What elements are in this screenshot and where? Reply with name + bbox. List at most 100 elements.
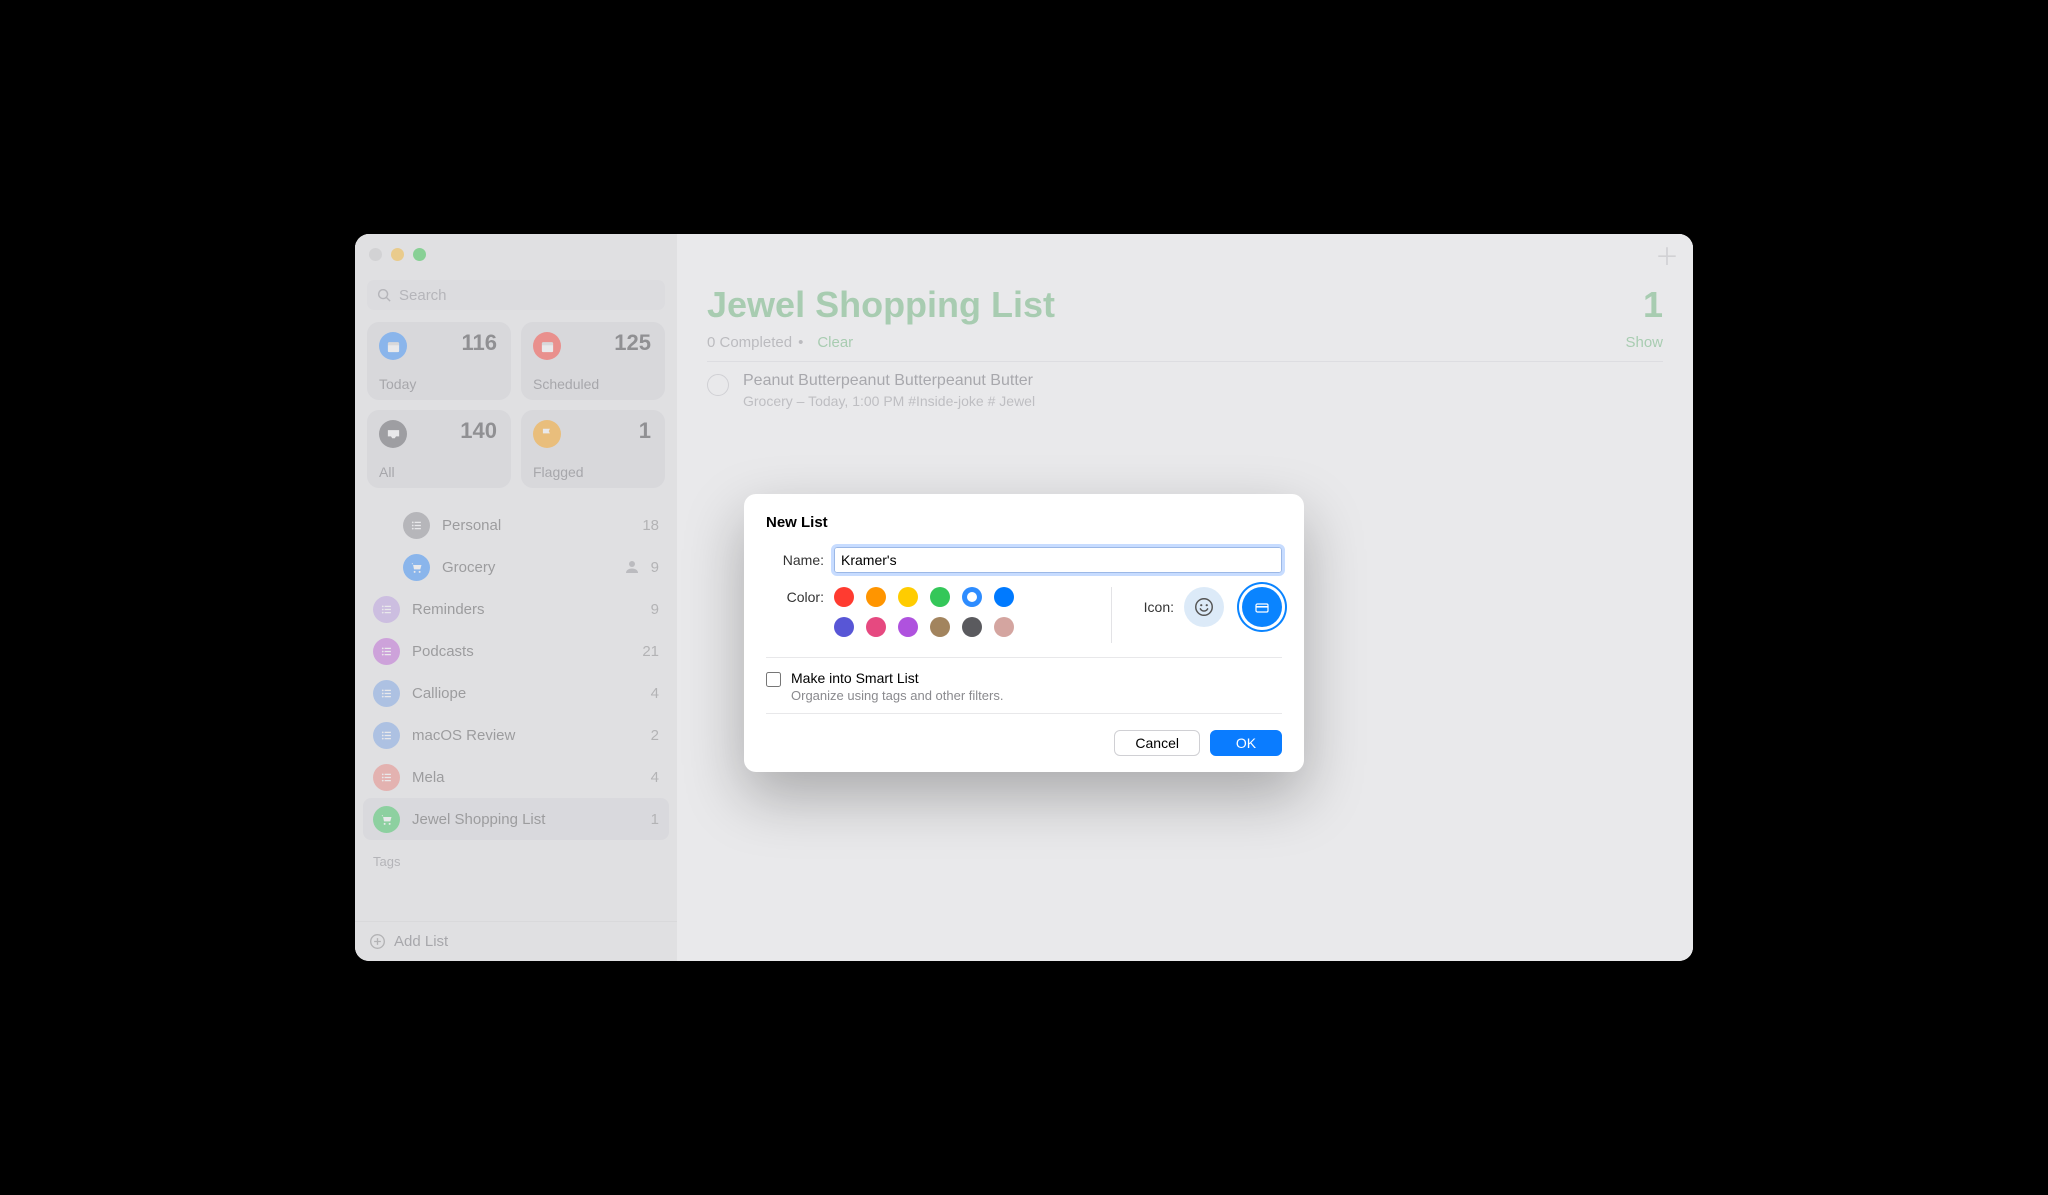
smart-list-desc: Organize using tags and other filters. (791, 688, 1003, 703)
card-label: All (379, 464, 395, 480)
list-count: 4 (651, 769, 659, 786)
tags-header: Tags (355, 840, 677, 875)
color-label: Color: (766, 587, 824, 605)
list-name: Grocery (442, 559, 623, 576)
close-window-button[interactable] (369, 248, 382, 261)
card-label: Flagged (533, 464, 584, 480)
color-swatch[interactable] (866, 587, 886, 607)
card-count: 1 (639, 418, 651, 444)
list-row-podcasts[interactable]: Podcasts 21 (363, 630, 669, 672)
list-name: Mela (412, 769, 651, 786)
plus-circle-icon (369, 933, 386, 950)
color-swatch[interactable] (962, 617, 982, 637)
summary-cards: 116 Today 125 Scheduled 140 All 1 Flagge… (355, 322, 677, 500)
smart-list-title: Make into Smart List (791, 670, 1003, 686)
zoom-window-button[interactable] (413, 248, 426, 261)
list-count: 9 (651, 601, 659, 618)
color-swatch[interactable] (834, 617, 854, 637)
selected-icon-button[interactable] (1242, 587, 1282, 627)
add-reminder-button[interactable]: ＋ (1655, 237, 1679, 272)
credit-card-icon (1254, 598, 1270, 618)
window-controls (355, 234, 677, 274)
list-row-grocery[interactable]: Grocery 9 (393, 546, 669, 588)
list-count: 4 (651, 685, 659, 702)
list-name-input[interactable] (834, 547, 1282, 573)
clear-completed-button[interactable]: Clear (817, 334, 853, 351)
list-count: 1 (1643, 284, 1663, 326)
list-name: Reminders (412, 601, 651, 618)
list-icon (373, 638, 400, 665)
color-swatch[interactable] (866, 617, 886, 637)
icon-label: Icon: (1132, 599, 1174, 615)
dialog-title: New List (766, 514, 1282, 531)
name-label: Name: (766, 552, 824, 568)
search-icon (377, 288, 392, 303)
search-placeholder: Search (399, 287, 447, 304)
color-swatch[interactable] (962, 587, 982, 607)
list-count: 2 (651, 727, 659, 744)
list-title: Jewel Shopping List (707, 284, 1643, 326)
list-name: Personal (442, 517, 642, 534)
list-count: 1 (651, 811, 659, 828)
card-today[interactable]: 116 Today (367, 322, 511, 400)
calendar-icon (379, 332, 407, 360)
list-icon (373, 596, 400, 623)
completed-count: 0 Completed (707, 334, 792, 351)
list-row-calliope[interactable]: Calliope 4 (363, 672, 669, 714)
card-label: Today (379, 376, 416, 392)
list-icon (373, 680, 400, 707)
color-swatch[interactable] (994, 617, 1014, 637)
shared-icon (623, 558, 641, 576)
list-row-macos-review[interactable]: macOS Review 2 (363, 714, 669, 756)
reminder-meta: Grocery – Today, 1:00 PM #Inside-joke # … (743, 393, 1035, 409)
calendar-icon (533, 332, 561, 360)
list-icon (403, 554, 430, 581)
color-swatch[interactable] (898, 617, 918, 637)
list-count: 21 (642, 643, 659, 660)
list-count: 18 (642, 517, 659, 534)
card-label: Scheduled (533, 376, 599, 392)
search-input[interactable]: Search (367, 280, 665, 310)
list-row-mela[interactable]: Mela 4 (363, 756, 669, 798)
list-name: Podcasts (412, 643, 642, 660)
list-count: 9 (651, 559, 659, 576)
color-swatch[interactable] (930, 587, 950, 607)
card-flagged[interactable]: 1 Flagged (521, 410, 665, 488)
smile-icon (1193, 596, 1215, 618)
sidebar: Search 116 Today 125 Scheduled 140 All 1… (355, 234, 677, 961)
color-swatch[interactable] (898, 587, 918, 607)
reminder-row[interactable]: Peanut Butterpeanut Butterpeanut Butter … (677, 362, 1693, 419)
cancel-button[interactable]: Cancel (1114, 730, 1200, 756)
color-picker (834, 587, 1091, 637)
list-icon (373, 722, 400, 749)
list-row-jewel-shopping-list[interactable]: Jewel Shopping List 1 (363, 798, 669, 840)
card-count: 125 (614, 330, 651, 356)
color-swatch[interactable] (930, 617, 950, 637)
app-window: Search 116 Today 125 Scheduled 140 All 1… (355, 234, 1693, 961)
smart-list-checkbox[interactable] (766, 672, 781, 687)
add-list-label: Add List (394, 933, 448, 950)
card-scheduled[interactable]: 125 Scheduled (521, 322, 665, 400)
list-row-personal[interactable]: Personal 18 (393, 504, 669, 546)
card-count: 116 (462, 330, 498, 356)
tray-icon (379, 420, 407, 448)
list-name: Jewel Shopping List (412, 811, 651, 828)
card-all[interactable]: 140 All (367, 410, 511, 488)
color-swatch[interactable] (834, 587, 854, 607)
complete-checkbox[interactable] (707, 374, 729, 396)
flag-icon (533, 420, 561, 448)
show-completed-button[interactable]: Show (1625, 334, 1663, 351)
new-list-dialog: New List Name: Color: Icon: (744, 494, 1304, 772)
add-list-button[interactable]: Add List (355, 921, 677, 961)
list-name: macOS Review (412, 727, 651, 744)
list-icon (403, 512, 430, 539)
emoji-picker-button[interactable] (1184, 587, 1224, 627)
list-icon (373, 806, 400, 833)
card-count: 140 (460, 418, 497, 444)
list-icon (373, 764, 400, 791)
ok-button[interactable]: OK (1210, 730, 1282, 756)
list-name: Calliope (412, 685, 651, 702)
list-row-reminders[interactable]: Reminders 9 (363, 588, 669, 630)
color-swatch[interactable] (994, 587, 1014, 607)
minimize-window-button[interactable] (391, 248, 404, 261)
